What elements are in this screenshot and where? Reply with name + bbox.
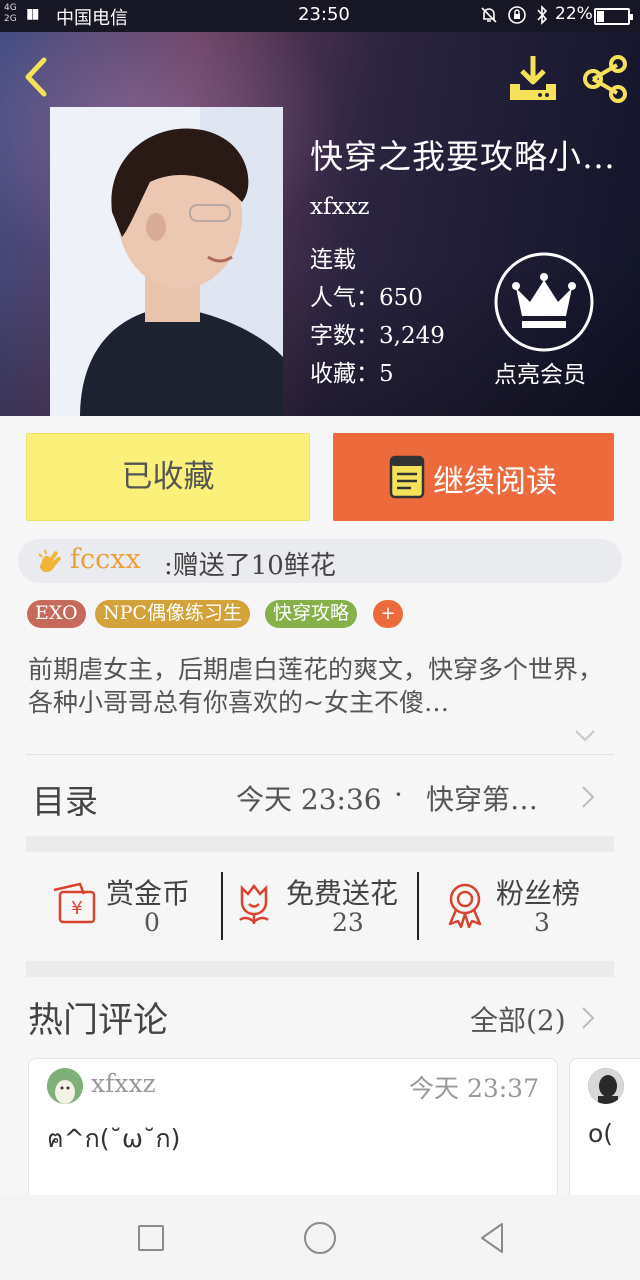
book-description[interactable]: 前期虐女主，后期虐白莲花的爽文，快穿多个世界，各种小哥哥总有你喜欢的~女主不傻… — [28, 653, 618, 719]
svg-text:¥: ¥ — [71, 898, 82, 919]
rotation-lock-icon — [508, 6, 526, 24]
reward-coins-value: 0 — [144, 908, 160, 937]
book-header: 快穿之我要攻略小… xfxxz 连载 人气：650 字数：3,249 收藏：5 … — [0, 32, 640, 416]
bluetooth-icon — [537, 5, 548, 25]
favorited-button[interactable]: 已收藏 — [26, 433, 310, 521]
catalog-update-time: 今天 23:36 — [236, 783, 382, 816]
section-separator — [26, 836, 614, 852]
all-comments-label: 全部(2) — [470, 1004, 566, 1037]
free-flowers-label: 免费送花 — [286, 877, 399, 910]
book-author[interactable]: xfxxz — [310, 194, 370, 220]
crown-icon[interactable] — [492, 250, 596, 354]
fan-ranking-label: 粉丝榜 — [496, 877, 581, 910]
battery-percent: 22% — [555, 4, 593, 24]
download-icon[interactable] — [506, 54, 560, 102]
avatar[interactable] — [47, 1068, 83, 1104]
book-favorites: 收藏：5 — [310, 361, 394, 387]
book-word-count: 字数：3,249 — [310, 323, 445, 349]
mute-icon — [481, 7, 497, 23]
comment-text: o( — [588, 1119, 614, 1148]
stat-divider — [221, 872, 223, 940]
recent-apps-icon[interactable] — [138, 1225, 164, 1251]
chevron-right-icon — [582, 786, 595, 808]
gift-user[interactable]: fccxx — [70, 544, 141, 575]
avatar[interactable] — [588, 1068, 624, 1104]
book-popularity: 人气：650 — [310, 285, 423, 311]
add-tag-button[interactable]: + — [373, 600, 403, 628]
comment-time: 今天 23:37 — [409, 1074, 539, 1103]
medal-icon — [448, 883, 482, 928]
book-status: 连载 — [310, 247, 356, 273]
free-flowers-value: 23 — [332, 908, 364, 937]
cover-portrait-image — [50, 107, 283, 416]
chevron-right-icon — [582, 1007, 595, 1029]
catalog-title: 目录 — [32, 782, 98, 821]
flower-icon — [239, 883, 269, 924]
tag-npc-idol-trainee[interactable]: NPC偶像练习生 — [95, 600, 250, 628]
status-icons — [480, 5, 548, 25]
gift-message: :赠送了10鲜花 — [164, 551, 336, 581]
free-flowers[interactable]: 免费送花 23 — [234, 868, 414, 944]
chevron-down-icon[interactable] — [574, 728, 596, 744]
catalog-latest-chapter: 快穿第… — [426, 783, 539, 816]
gift-notice[interactable]: fccxx :赠送了10鲜花 — [18, 539, 622, 583]
avatar-image — [588, 1068, 624, 1104]
comment-user[interactable]: xfxxz — [91, 1069, 156, 1098]
reward-coins-label: 赏金币 — [106, 877, 191, 910]
book-title: 快穿之我要攻略小… — [310, 137, 616, 176]
comment-text: ฅ^ก(˘ω˘ก) — [47, 1124, 181, 1153]
book-cover[interactable] — [50, 107, 283, 416]
stat-divider — [417, 872, 419, 940]
comment-card[interactable]: o( — [569, 1058, 640, 1208]
vip-label[interactable]: 点亮会员 — [494, 355, 586, 389]
divider — [26, 754, 614, 755]
carrier-name: 中国电信 — [56, 8, 128, 29]
catalog-separator: · — [394, 778, 403, 811]
back-arrow-icon[interactable] — [18, 54, 54, 100]
system-nav-bar — [0, 1195, 640, 1280]
back-triangle-icon[interactable] — [478, 1221, 506, 1255]
clock: 23:50 — [298, 4, 350, 25]
fan-ranking[interactable]: 粉丝榜 3 — [444, 868, 604, 944]
red-envelope-icon: ¥ — [53, 882, 96, 924]
battery-icon — [594, 8, 633, 25]
continue-reading-label: 继续阅读 — [433, 464, 557, 500]
home-icon[interactable] — [304, 1222, 336, 1254]
signal-icon: ▮▮ — [26, 6, 39, 22]
network-type: 4G 2G — [4, 3, 17, 24]
comment-card[interactable]: xfxxz 今天 23:37 ฅ^ก(˘ω˘ก) — [28, 1058, 558, 1208]
reward-coins[interactable]: ¥ 赏金币 0 — [50, 868, 220, 944]
status-bar: 4G 2G ▮▮ 中国电信 23:50 22% — [0, 0, 640, 32]
tag-quick-transmigration[interactable]: 快穿攻略 — [265, 600, 358, 628]
hot-comments-title: 热门评论 — [28, 1001, 169, 1041]
tag-exo[interactable]: EXO — [27, 600, 86, 628]
book-icon — [389, 455, 425, 499]
clap-icon — [38, 549, 61, 573]
avatar-image — [47, 1068, 83, 1104]
share-icon[interactable] — [580, 54, 630, 104]
section-separator — [26, 961, 614, 977]
fan-ranking-value: 3 — [534, 908, 550, 937]
continue-reading-button[interactable]: 继续阅读 — [333, 433, 614, 521]
